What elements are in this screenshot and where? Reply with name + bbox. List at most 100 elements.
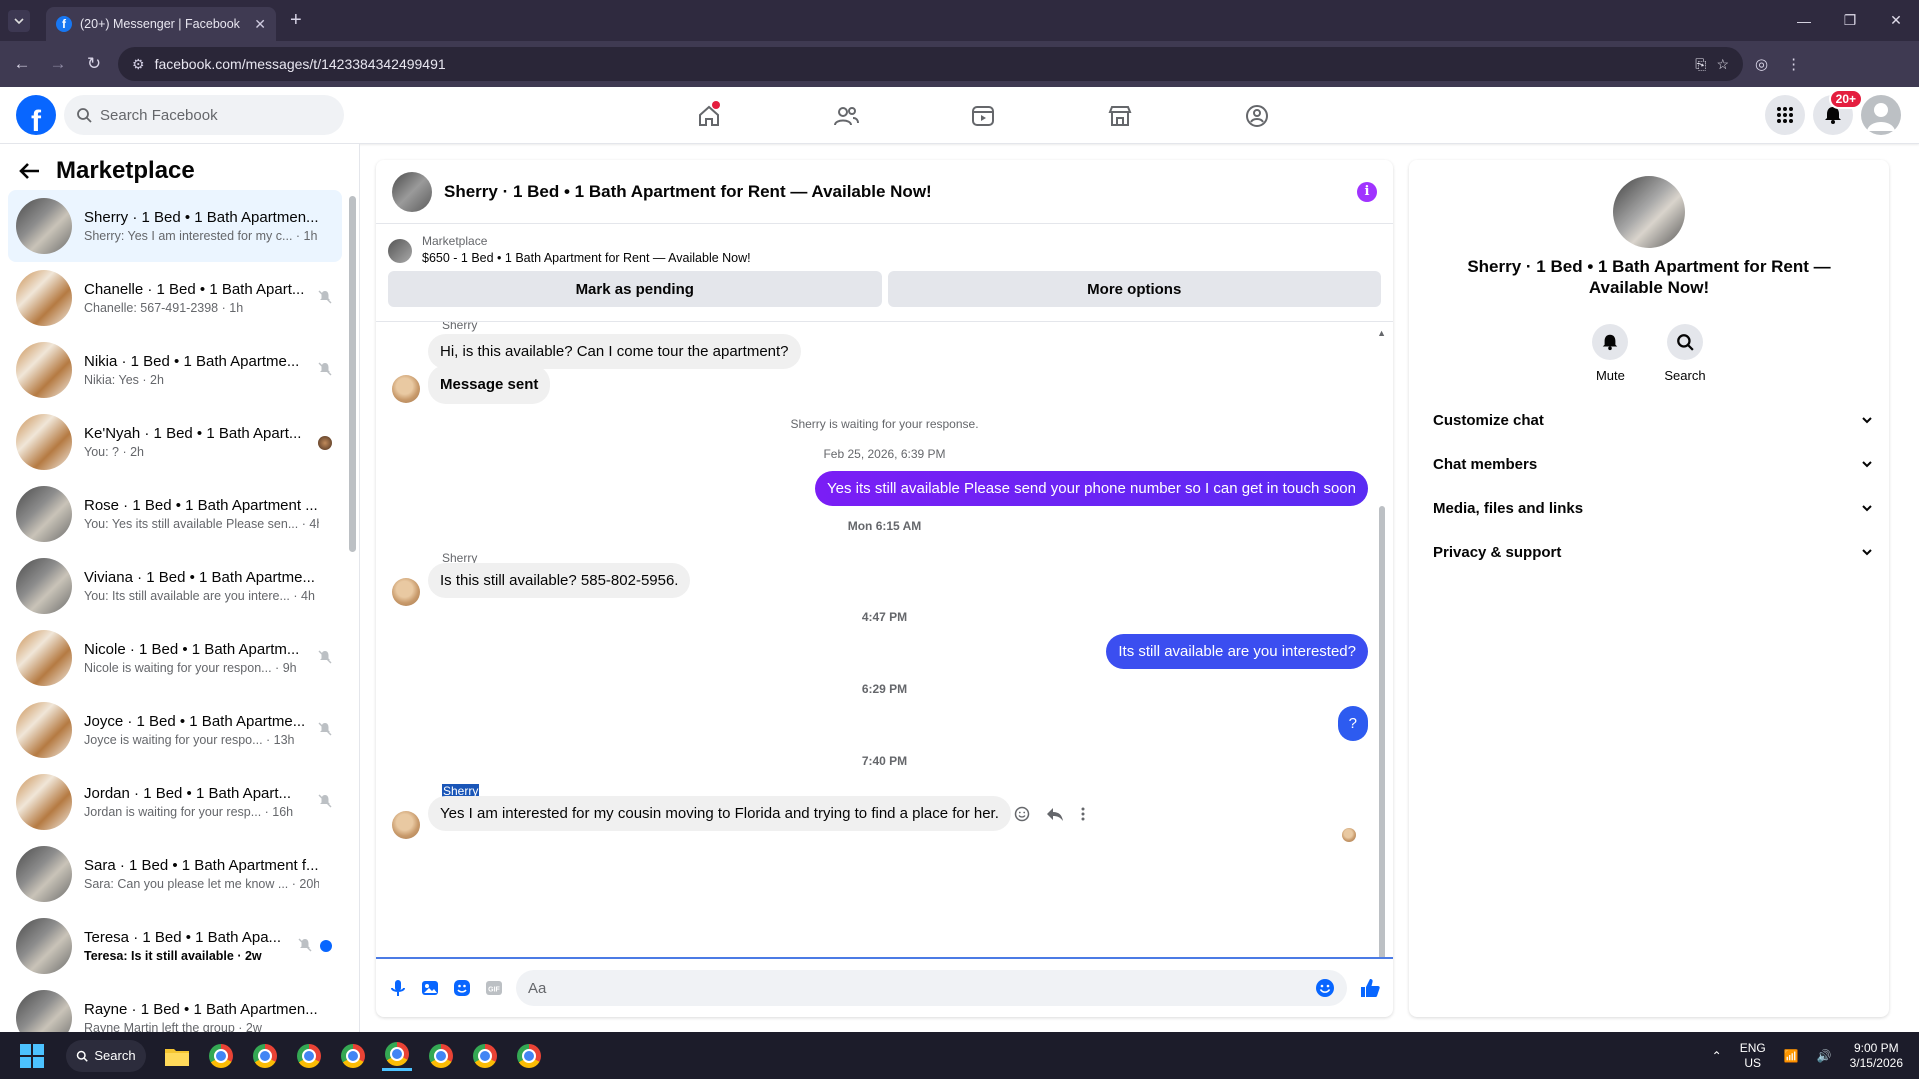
message-input[interactable]: Aa	[516, 970, 1347, 1006]
info-icon[interactable]: i	[1357, 181, 1377, 202]
details-avatar[interactable]	[1613, 176, 1685, 248]
unread-dot	[320, 940, 332, 952]
scroll-up-arrow[interactable]: ▲	[1377, 328, 1386, 338]
search-in-chat-button[interactable]: Search	[1664, 324, 1706, 383]
conversation-item[interactable]: Joyce · 1 Bed • 1 Bath Apartme... Joyce i…	[8, 694, 342, 766]
start-button[interactable]	[20, 1043, 44, 1068]
restore-button[interactable]: ❐	[1827, 0, 1873, 41]
message-bubble-outgoing[interactable]: ?	[1337, 706, 1368, 741]
facebook-logo-icon[interactable]: f	[16, 95, 56, 135]
conversation-item[interactable]: Sara · 1 Bed • 1 Bath Apartment f... Sara…	[8, 838, 342, 910]
volume-icon[interactable]: 🔊	[1817, 1049, 1832, 1063]
chrome-profile-app-4[interactable]	[426, 1041, 456, 1071]
chrome-profile-app-active[interactable]	[382, 1041, 412, 1071]
message-bubble-outgoing[interactable]: Yes its still available Please send your…	[815, 471, 1368, 506]
mute-button[interactable]: Mute	[1592, 324, 1629, 383]
read-receipt-avatar	[1342, 828, 1356, 842]
sticker-icon[interactable]	[452, 978, 472, 998]
forward-button[interactable]: →	[40, 46, 76, 82]
react-emoji-icon[interactable]	[1014, 806, 1030, 822]
browser-menu-icon[interactable]: ⋮	[1786, 55, 1801, 73]
chat-avatar[interactable]	[392, 171, 432, 212]
new-tab-button[interactable]: +	[290, 9, 302, 32]
sender-avatar[interactable]	[392, 375, 420, 403]
conversation-item[interactable]: Sherry · 1 Bed • 1 Bath Apartmen... Sherr…	[8, 190, 342, 262]
conversation-list: Sherry · 1 Bed • 1 Bath Apartmen... Sherr…	[0, 190, 350, 1054]
section-customize-chat[interactable]: Customize chat	[1425, 398, 1873, 442]
conversation-item[interactable]: Nikia · 1 Bed • 1 Bath Apartme... Nikia: …	[8, 334, 342, 406]
tray-chevron-icon[interactable]: ⌃	[1712, 1049, 1722, 1063]
back-arrow-icon[interactable]	[18, 162, 40, 180]
conversation-item[interactable]: Chanelle · 1 Bed • 1 Bath Apart... Chanel…	[8, 262, 342, 334]
section-chat-members[interactable]: Chat members	[1425, 442, 1873, 486]
chrome-app[interactable]	[206, 1041, 236, 1071]
chrome-profile-app-6[interactable]	[514, 1041, 544, 1071]
message-bubble-incoming[interactable]: Yes I am interested for my cousin moving…	[428, 796, 1011, 831]
conversation-item[interactable]: Viviana · 1 Bed • 1 Bath Apartme... You: …	[8, 550, 342, 622]
bookmark-star-icon[interactable]: ☆	[1716, 56, 1729, 73]
reload-button[interactable]: ↻	[76, 46, 112, 82]
message-bubble-outgoing[interactable]: Its still available are you interested?	[1106, 634, 1368, 669]
chrome-profile-app-1[interactable]	[250, 1041, 280, 1071]
gif-icon[interactable]: GIF	[484, 978, 504, 998]
more-icon[interactable]	[1080, 806, 1086, 822]
chrome-profile-app-5[interactable]	[470, 1041, 500, 1071]
mark-as-pending-button[interactable]: Mark as pending	[388, 271, 882, 307]
section-media-files-links[interactable]: Media, files and links	[1425, 486, 1873, 530]
message-bubble-incoming[interactable]: Hi, is this available? Can I come tour t…	[428, 334, 801, 369]
conversation-text: Sara · 1 Bed • 1 Bath Apartment f... Sara…	[84, 857, 319, 891]
menu-grid-button[interactable]	[1765, 95, 1805, 135]
close-window-button[interactable]: ✕	[1873, 0, 1919, 41]
conversation-item[interactable]: Teresa · 1 Bed • 1 Bath Apa... Teresa: Is…	[8, 910, 342, 982]
like-thumb-icon[interactable]	[1359, 977, 1381, 999]
marketplace-listing[interactable]: Marketplace $650 - 1 Bed • 1 Bath Apartm…	[376, 224, 1393, 265]
sender-avatar[interactable]	[392, 811, 420, 839]
sidebar-scrollbar[interactable]	[349, 196, 356, 552]
close-tab-icon[interactable]: ✕	[254, 16, 266, 33]
site-info-icon[interactable]: ⚙	[132, 56, 145, 73]
notifications-button[interactable]: 20+	[1813, 89, 1863, 135]
chrome-profile-app-3[interactable]	[338, 1041, 368, 1071]
conversation-name: Rayne · 1 Bed • 1 Bath Apartmen...	[84, 1001, 318, 1018]
facebook-search-input[interactable]: Search Facebook	[64, 95, 344, 135]
sender-avatar[interactable]	[392, 578, 420, 606]
section-label: Media, files and links	[1433, 499, 1584, 517]
marketplace-label: Marketplace	[422, 234, 488, 248]
conversation-item[interactable]: Nicole · 1 Bed • 1 Bath Apartm... Nicole …	[8, 622, 342, 694]
nav-home[interactable]	[640, 87, 777, 144]
taskbar-search[interactable]: Search	[66, 1039, 146, 1072]
more-options-button[interactable]: More options	[887, 271, 1381, 307]
address-bar[interactable]: ⚙ facebook.com/messages/t/14233843424994…	[118, 47, 1743, 81]
conversation-preview: Nicole is waiting for your respon... · 9…	[84, 661, 297, 675]
message-bubble-incoming[interactable]: Is this still available? 585-802-5956.	[428, 563, 691, 598]
chrome-profile-app-2[interactable]	[294, 1041, 324, 1071]
message-thread: Sherry Hi, is this available? Can I come…	[376, 321, 1393, 957]
reply-icon[interactable]	[1046, 806, 1064, 822]
conversation-item[interactable]: Jordan · 1 Bed • 1 Bath Apart... Jordan i…	[8, 766, 342, 838]
account-button[interactable]	[1861, 95, 1901, 135]
emoji-icon[interactable]	[1315, 978, 1335, 998]
nav-video[interactable]	[914, 87, 1051, 144]
section-privacy-support[interactable]: Privacy & support	[1425, 530, 1873, 574]
back-button[interactable]: ←	[4, 46, 40, 82]
photo-icon[interactable]	[420, 978, 440, 998]
conversation-item[interactable]: Ke'Nyah · 1 Bed • 1 Bath Apart... You: ? …	[8, 406, 342, 478]
profile-icon[interactable]: ◎	[1755, 55, 1768, 73]
install-app-icon[interactable]: ⎘	[1695, 56, 1706, 73]
language-indicator[interactable]: ENG US	[1740, 1041, 1766, 1071]
tab-search-button[interactable]	[8, 9, 30, 32]
wifi-icon[interactable]: 📶	[1784, 1049, 1799, 1063]
clock[interactable]: 9:00 PM 3/15/2026	[1850, 1041, 1903, 1071]
conversation-item[interactable]: Rose · 1 Bed • 1 Bath Apartment ... You: …	[8, 478, 342, 550]
nav-gaming[interactable]	[1188, 87, 1325, 144]
chat-title[interactable]: Sherry · 1 Bed • 1 Bath Apartment for Re…	[444, 182, 1345, 202]
file-explorer-app[interactable]	[162, 1041, 192, 1071]
nav-friends[interactable]	[777, 87, 914, 144]
minimize-button[interactable]: —	[1781, 0, 1827, 41]
conversation-text: Sherry · 1 Bed • 1 Bath Apartmen... Sherr…	[84, 209, 319, 243]
browser-tab[interactable]: f (20+) Messenger | Facebook ✕	[46, 7, 276, 41]
nav-marketplace[interactable]	[1051, 87, 1188, 144]
thread-scrollbar[interactable]	[1379, 506, 1385, 957]
microphone-icon[interactable]	[388, 978, 408, 998]
message-bubble-incoming[interactable]: Message sent	[428, 365, 551, 404]
